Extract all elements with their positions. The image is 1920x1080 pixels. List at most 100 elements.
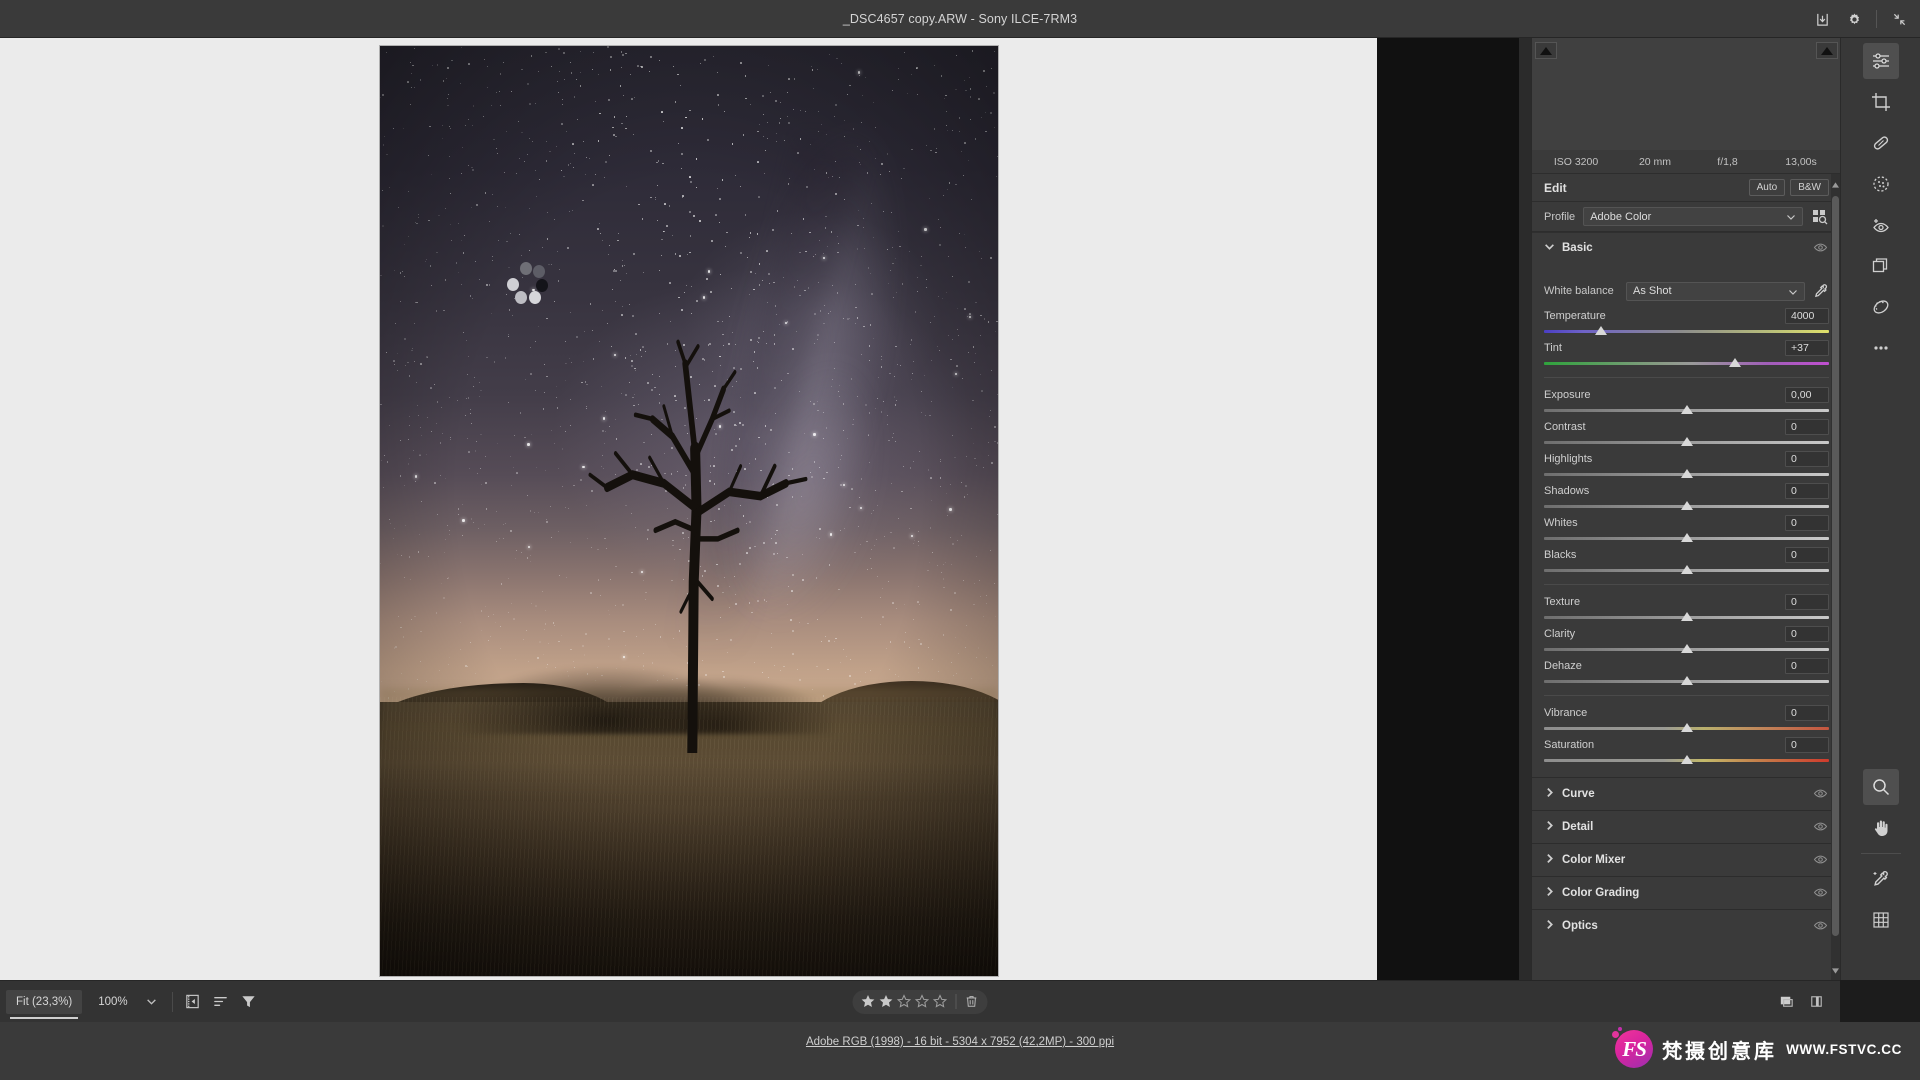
- delete-icon[interactable]: [965, 994, 980, 1009]
- slider-handle[interactable]: [1595, 326, 1607, 335]
- star-5[interactable]: [932, 994, 948, 1009]
- slider-temperature[interactable]: Temperature 4000: [1544, 306, 1829, 336]
- slider-track[interactable]: [1544, 676, 1829, 686]
- slider-value[interactable]: 0: [1785, 625, 1829, 642]
- gear-icon[interactable]: [1839, 4, 1869, 34]
- slider-handle[interactable]: [1680, 501, 1693, 510]
- healing-brush-icon[interactable]: [1863, 125, 1899, 161]
- slider-track[interactable]: [1544, 405, 1829, 415]
- slider-track[interactable]: [1544, 501, 1829, 511]
- compare-view-icon[interactable]: [1802, 989, 1830, 1015]
- eye-icon[interactable]: [1813, 786, 1829, 802]
- presets-icon[interactable]: [1863, 248, 1899, 284]
- section-color-mixer-header[interactable]: Color Mixer: [1532, 843, 1841, 876]
- slider-dehaze[interactable]: Dehaze 0: [1544, 656, 1829, 686]
- slider-tint[interactable]: Tint +37: [1544, 338, 1829, 368]
- edit-sliders-icon[interactable]: [1862, 43, 1899, 79]
- section-color-grading-header[interactable]: Color Grading: [1532, 876, 1841, 909]
- masking-icon[interactable]: [1863, 166, 1899, 202]
- slider-track[interactable]: [1544, 326, 1829, 336]
- bw-button[interactable]: B&W: [1790, 179, 1829, 196]
- section-optics-header[interactable]: Optics: [1532, 909, 1841, 942]
- slider-handle[interactable]: [1728, 358, 1741, 367]
- highlight-clipping-toggle[interactable]: [1816, 42, 1838, 59]
- grid-overlay-icon[interactable]: [1863, 902, 1899, 938]
- slider-saturation[interactable]: Saturation 0: [1544, 735, 1829, 765]
- photo-preview[interactable]: [380, 46, 998, 976]
- crop-icon[interactable]: [1863, 84, 1899, 120]
- slider-blacks[interactable]: Blacks 0: [1544, 545, 1829, 575]
- more-options-icon[interactable]: [1863, 330, 1899, 366]
- slider-handle[interactable]: [1680, 565, 1693, 574]
- panel-scrollbar[interactable]: [1831, 174, 1840, 980]
- histogram[interactable]: [1532, 38, 1841, 150]
- slider-handle[interactable]: [1680, 405, 1693, 414]
- sort-icon[interactable]: [207, 989, 235, 1015]
- eye-icon[interactable]: [1813, 819, 1829, 835]
- filmstrip-icon[interactable]: [179, 989, 207, 1015]
- zoom-level-button[interactable]: 100%: [88, 990, 137, 1014]
- slider-value[interactable]: 0: [1785, 418, 1829, 435]
- slider-track[interactable]: [1544, 533, 1829, 543]
- scroll-up-arrow[interactable]: [1831, 178, 1840, 192]
- slider-handle[interactable]: [1680, 612, 1693, 621]
- slider-value[interactable]: 0: [1785, 482, 1829, 499]
- eye-icon[interactable]: [1813, 918, 1829, 934]
- slider-clarity[interactable]: Clarity 0: [1544, 624, 1829, 654]
- rating-control[interactable]: [852, 989, 988, 1014]
- slider-handle[interactable]: [1680, 533, 1693, 542]
- slider-highlights[interactable]: Highlights 0: [1544, 449, 1829, 479]
- zoom-icon[interactable]: [1863, 769, 1899, 805]
- image-canvas[interactable]: [0, 38, 1531, 980]
- slider-value[interactable]: 0,00: [1785, 386, 1829, 403]
- slider-value[interactable]: 4000: [1785, 307, 1829, 324]
- slider-vibrance[interactable]: Vibrance 0: [1544, 703, 1829, 733]
- slider-track[interactable]: [1544, 755, 1829, 765]
- white-balance-eyedropper-icon[interactable]: [1863, 861, 1899, 897]
- slider-handle[interactable]: [1680, 676, 1693, 685]
- section-basic-header[interactable]: Basic: [1532, 232, 1841, 262]
- slider-shadows[interactable]: Shadows 0: [1544, 481, 1829, 511]
- slider-track[interactable]: [1544, 565, 1829, 575]
- shadow-clipping-toggle[interactable]: [1535, 42, 1557, 59]
- auto-button[interactable]: Auto: [1748, 179, 1786, 196]
- slider-track[interactable]: [1544, 723, 1829, 733]
- snapshots-icon[interactable]: [1863, 289, 1899, 325]
- slider-value[interactable]: 0: [1785, 546, 1829, 563]
- scrollbar-thumb[interactable]: [1832, 196, 1839, 936]
- slider-handle[interactable]: [1680, 437, 1693, 446]
- fit-zoom-button[interactable]: Fit (23,3%): [6, 989, 83, 1019]
- collapse-icon[interactable]: [1884, 4, 1914, 34]
- slider-track[interactable]: [1544, 612, 1829, 622]
- slider-value[interactable]: 0: [1785, 514, 1829, 531]
- slider-contrast[interactable]: Contrast 0: [1544, 417, 1829, 447]
- save-icon[interactable]: [1807, 4, 1837, 34]
- image-info-label[interactable]: Adobe RGB (1998) - 16 bit - 5304 x 7952 …: [806, 1036, 1114, 1048]
- single-view-icon[interactable]: [1772, 989, 1800, 1015]
- slider-handle[interactable]: [1680, 755, 1693, 764]
- star-4[interactable]: [914, 994, 930, 1009]
- slider-exposure[interactable]: Exposure 0,00: [1544, 385, 1829, 415]
- slider-value[interactable]: 0: [1785, 593, 1829, 610]
- slider-handle[interactable]: [1680, 723, 1693, 732]
- star-3[interactable]: [896, 994, 912, 1009]
- slider-track[interactable]: [1544, 644, 1829, 654]
- profile-select[interactable]: Adobe Color: [1583, 207, 1803, 226]
- slider-track[interactable]: [1544, 437, 1829, 447]
- section-detail-header[interactable]: Detail: [1532, 810, 1841, 843]
- slider-value[interactable]: 0: [1785, 657, 1829, 674]
- slider-handle[interactable]: [1680, 644, 1693, 653]
- slider-value[interactable]: 0: [1785, 704, 1829, 721]
- slider-value[interactable]: 0: [1785, 450, 1829, 467]
- section-curve-header[interactable]: Curve: [1532, 777, 1841, 810]
- red-eye-icon[interactable]: [1863, 207, 1899, 243]
- chevron-down-icon[interactable]: [138, 989, 166, 1015]
- profile-browser-icon[interactable]: [1811, 208, 1829, 226]
- hand-icon[interactable]: [1863, 810, 1899, 846]
- slider-whites[interactable]: Whites 0: [1544, 513, 1829, 543]
- eye-icon[interactable]: [1813, 885, 1829, 901]
- slider-track[interactable]: [1544, 469, 1829, 479]
- white-balance-select[interactable]: As Shot: [1626, 281, 1805, 301]
- slider-handle[interactable]: [1680, 469, 1693, 478]
- slider-texture[interactable]: Texture 0: [1544, 592, 1829, 622]
